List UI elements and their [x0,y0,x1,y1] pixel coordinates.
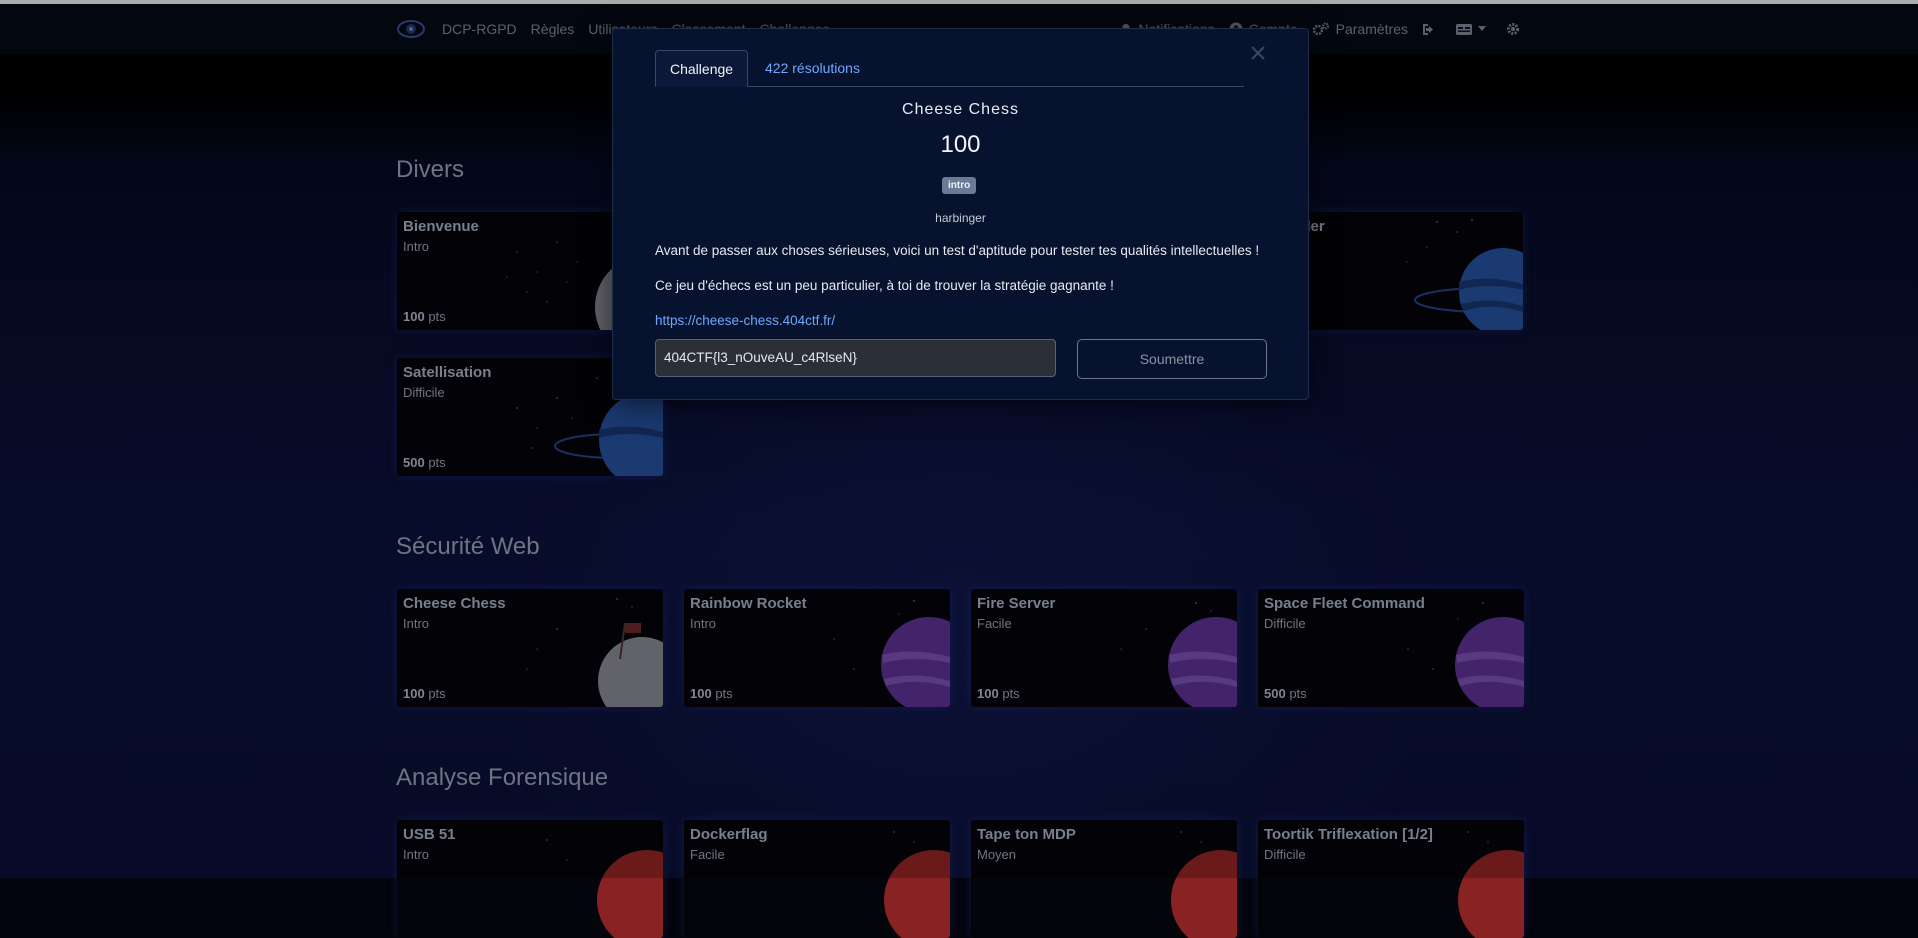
card-name: Rainbow Rocket [690,595,807,612]
challenge-card-usb-51[interactable]: USB 51 Intro [397,820,663,938]
challenge-card-space-fleet-command[interactable]: Space Fleet Command Difficile 500 pts [1258,589,1524,707]
site-logo-icon[interactable] [396,18,426,40]
challenge-card-toortik-triflexation[interactable]: Toortik Triflexation [1/2] Difficile [1258,820,1524,938]
card-points: 100 pts [690,686,733,701]
nav-settings[interactable]: Paramètres [1312,21,1408,37]
card-difficulty: Intro [403,847,430,862]
challenge-title: Cheese Chess [902,101,1019,118]
card-points-value: 100 [403,686,425,701]
challenge-description-line-1: Avant de passer aux choses sérieuses, vo… [655,243,1260,258]
nav-link-dcp-rgpd[interactable]: DCP-RGPD [442,21,517,37]
card-name: USB 51 [403,826,456,843]
modal-tabs: Challenge 422 résolutions [655,50,1244,87]
tab-challenge[interactable]: Challenge [655,50,749,87]
logout-button[interactable] [1422,23,1442,36]
card-points-value: 100 [690,686,712,701]
logout-icon [1423,23,1433,35]
card-points-unit: pts [428,309,446,324]
card-name: Tape ton MDP [977,826,1076,843]
card-difficulty: Facile [977,616,1012,631]
card-points-value: 100 [403,309,425,324]
card-points: 100 pts [403,309,446,324]
flag-input[interactable]: 404CTF{l3_nOuveAU_c4RlseN} [655,339,1056,377]
section-title-divers: Divers [396,156,465,183]
card-points: 500 pts [403,455,446,470]
gears-icon [1312,22,1329,36]
card-points-unit: pts [428,686,446,701]
card-name: Dockerflag [690,826,768,843]
card-name: Satellisation [403,364,492,381]
challenge-link[interactable]: https://cheese-chess.404ctf.fr/ [655,313,835,328]
section-title-securite-web: Sécurité Web [396,533,540,560]
challenge-tag-badge: intro [942,177,977,194]
challenge-value: 100 [940,131,981,158]
card-points-value: 100 [977,686,999,701]
card-difficulty: Facile [690,847,725,862]
language-dropdown[interactable] [1456,23,1492,35]
card-difficulty: Difficile [1264,616,1306,631]
theme-toggle[interactable] [1506,22,1526,36]
challenge-description-line-2: Ce jeu d'échecs est un peu particulier, … [655,278,1114,293]
card-points-unit: pts [715,686,733,701]
card-points-value: 500 [403,455,425,470]
card-name: Bienvenue [403,218,479,235]
card-difficulty: Moyen [977,847,1017,862]
modal-close-button[interactable] [1248,43,1268,63]
challenge-card-fire-server[interactable]: Fire Server Facile 100 pts [971,589,1237,707]
close-icon [1251,46,1265,60]
card-name: Space Fleet Command [1264,595,1425,612]
challenge-card-cheese-chess[interactable]: Cheese Chess Intro 100 pts [397,589,663,707]
card-points-unit: pts [1002,686,1020,701]
challenge-card-tape-ton-mdp[interactable]: Tape ton MDP Moyen [971,820,1237,938]
card-points: 500 pts [1264,686,1307,701]
card-name: Fire Server [977,595,1056,612]
card-difficulty: Difficile [403,385,445,400]
submit-button[interactable]: Soumettre [1077,339,1267,379]
tab-resolutions[interactable]: 422 résolutions [751,50,874,86]
challenge-card-dockerflag[interactable]: Dockerflag Facile [684,820,950,938]
nav-settings-label: Paramètres [1335,21,1408,37]
section-title-analyse-forensique: Analyse Forensique [396,764,609,791]
card-points-unit: pts [428,455,446,470]
card-points-unit: pts [1289,686,1307,701]
challenge-author: harbinger [935,211,986,225]
challenge-modal: Challenge 422 résolutions Cheese Chess 1… [612,28,1309,400]
card-difficulty: Intro [403,239,430,254]
language-card-icon [1456,23,1472,35]
card-difficulty: Intro [403,616,430,631]
challenge-card-rainbow-rocket[interactable]: Rainbow Rocket Intro 100 pts [684,589,950,707]
nav-link-regles[interactable]: Règles [531,21,575,37]
card-points: 100 pts [977,686,1020,701]
sun-gear-icon [1507,23,1519,35]
card-difficulty: Difficile [1264,847,1306,862]
card-name: Cheese Chess [403,595,506,612]
card-difficulty: Intro [690,616,717,631]
card-points-value: 500 [1264,686,1286,701]
card-name: Toortik Triflexation [1/2] [1264,826,1433,843]
card-points: 100 pts [403,686,446,701]
caret-down-icon [1478,26,1486,31]
